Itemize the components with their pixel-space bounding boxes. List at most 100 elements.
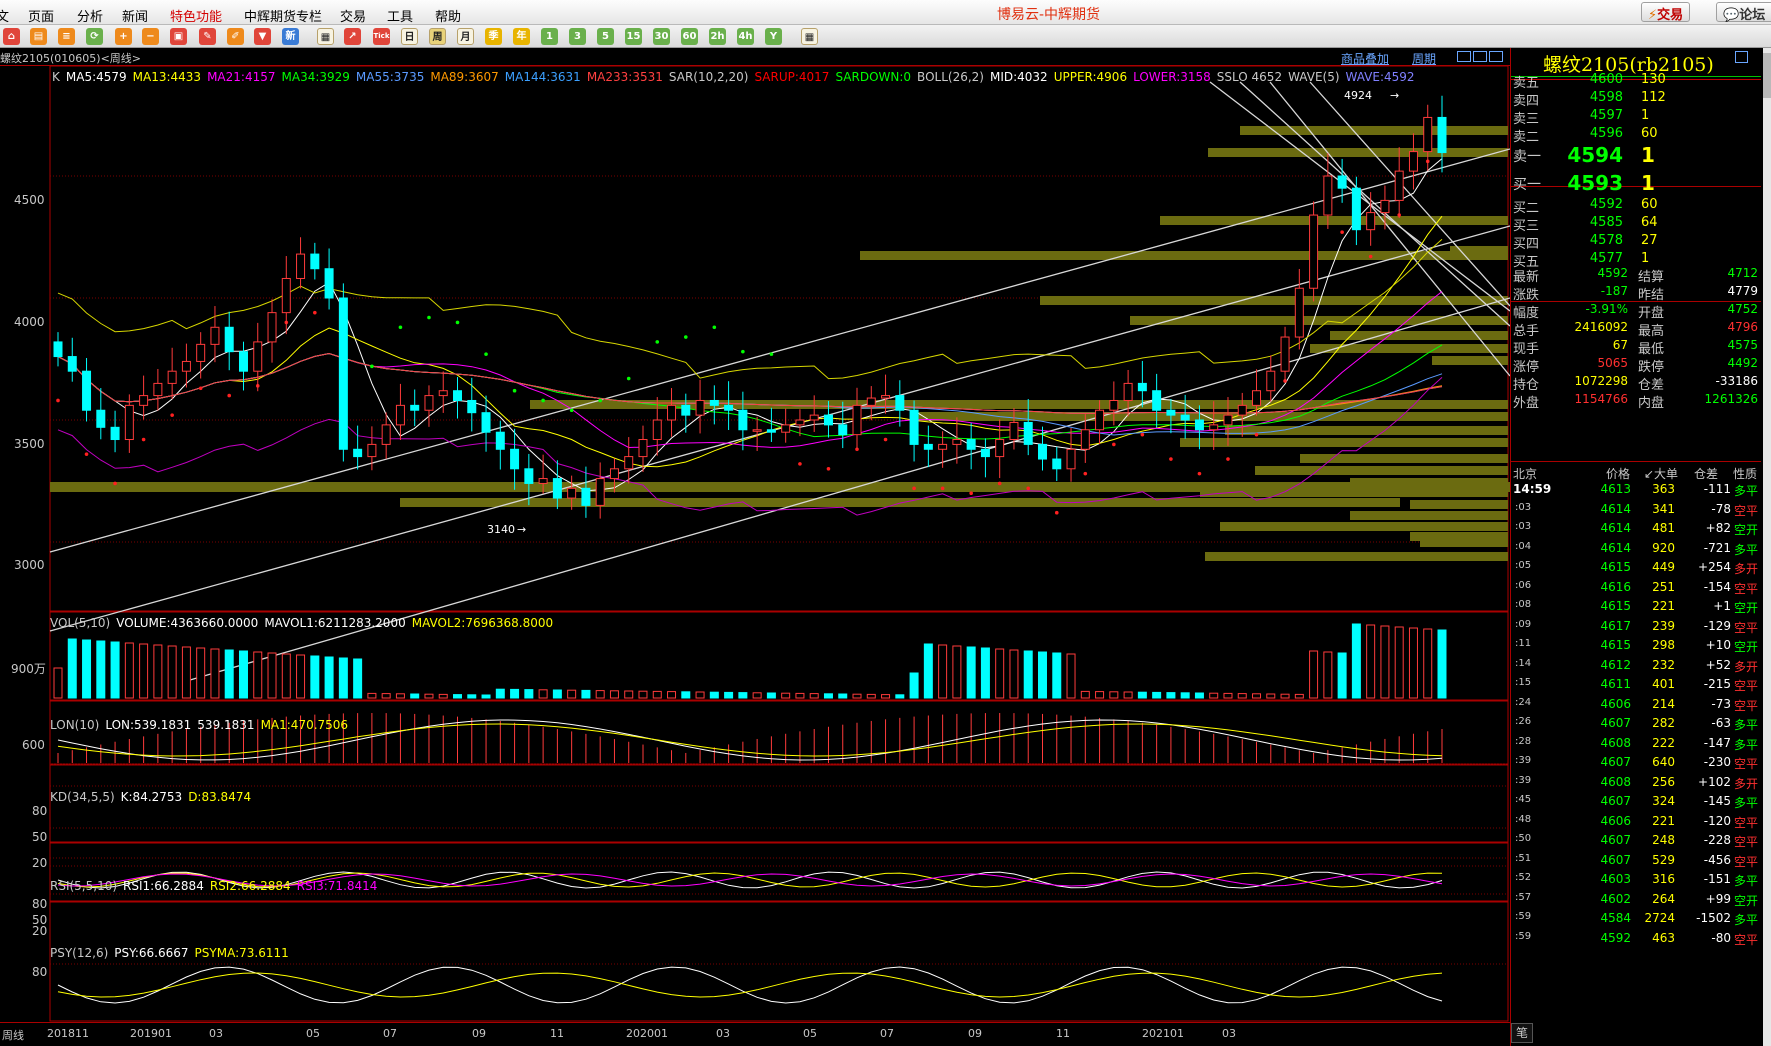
volume-bar: [909, 672, 919, 699]
sar-dot: [113, 481, 117, 486]
sar-dot: [170, 413, 174, 417]
candle-body: [67, 356, 77, 372]
candle-body: [1252, 390, 1262, 406]
panel-menu-icon[interactable]: [1735, 51, 1748, 63]
period-quarter[interactable]: 季: [485, 28, 502, 45]
main-indicator-legend: K MA5:4579 MA13:4433 MA21:4157 MA34:3929 MA55…: [52, 70, 1421, 84]
stat-value: -3.91%: [1585, 302, 1628, 316]
menu-item-column[interactable]: 中辉期货专栏: [244, 6, 322, 25]
table-icon[interactable]: ▦: [801, 28, 818, 45]
tick-price: 4608: [1600, 774, 1631, 789]
brush-icon[interactable]: ✐: [227, 28, 244, 45]
menu-item-features[interactable]: 特色功能: [170, 6, 222, 25]
period-1m[interactable]: 1: [541, 28, 558, 45]
bid-row[interactable]: 买一 4593 1: [1511, 171, 1761, 195]
volume-bar: [681, 691, 691, 699]
panel-scrollbar[interactable]: [1763, 48, 1771, 1046]
zoom-out-icon[interactable]: −: [142, 28, 159, 45]
tick-nature: 空平: [1733, 835, 1758, 849]
ask-row[interactable]: 卖二 4596 60: [1511, 124, 1761, 145]
bottom-tab[interactable]: 笔: [1511, 1023, 1533, 1043]
menu-item-tools[interactable]: 工具: [387, 6, 413, 25]
lon-legend: LON(10) LON:539.1831 539.1831 MA1:470.7506: [50, 718, 354, 732]
refresh-icon[interactable]: ⟳: [86, 28, 103, 45]
toolbar: ⌂ ▤ ≡ ⟳ + − ▣ ✎ ✐ ▼ 新 ▦ ↗ Tick 日 周 月 季 年…: [0, 25, 1771, 48]
draw-pen-icon[interactable]: ✎: [199, 28, 216, 45]
bid-row[interactable]: 买二 4592 60: [1511, 195, 1761, 216]
ask-row[interactable]: 卖五 4600 130: [1511, 70, 1761, 91]
period-3m[interactable]: 3: [569, 28, 586, 45]
period-link[interactable]: 周期: [1412, 50, 1436, 67]
menu-item-trade[interactable]: 交易: [340, 6, 366, 25]
menu-item-help[interactable]: 帮助: [435, 6, 461, 25]
volume-bar: [609, 690, 619, 699]
layout-icon[interactable]: [1457, 51, 1471, 62]
stat-row: 涨跌 -187 昨结 4779: [1511, 282, 1761, 303]
candle-body: [795, 419, 805, 426]
period-4h[interactable]: 4h: [737, 28, 754, 45]
overlay-link[interactable]: 商品叠加: [1341, 50, 1389, 67]
period-month[interactable]: 月: [457, 28, 474, 45]
ask-row[interactable]: 卖三 4597 1: [1511, 106, 1761, 127]
tick-row: :52 4603 316 -151 多平: [1511, 870, 1761, 890]
tick-oi-change: -73: [1711, 696, 1731, 711]
period-15m[interactable]: 15: [625, 28, 642, 45]
tick-volume: 222: [1652, 735, 1675, 750]
period-5m[interactable]: 5: [597, 28, 614, 45]
bid-row[interactable]: 买三 4585 64: [1511, 213, 1761, 234]
candle-body: [395, 404, 405, 426]
period-custom[interactable]: Y: [765, 28, 782, 45]
candle-body: [809, 414, 819, 421]
grid-icon[interactable]: ▦: [317, 28, 334, 45]
candle-body: [752, 429, 762, 432]
menu-item-file[interactable]: 文: [0, 6, 9, 25]
candle-body: [1180, 414, 1190, 421]
tick-price: 4615: [1600, 599, 1631, 613]
list-icon[interactable]: ≡: [58, 28, 75, 45]
volume-profile-bar: [1220, 522, 1508, 531]
main_indicators-legend-item: MA55:3735: [355, 70, 425, 84]
tick-oi-change: -78: [1711, 501, 1731, 516]
sar-dot: [912, 486, 916, 491]
window-icon[interactable]: ▣: [170, 28, 187, 45]
candle-body: [724, 404, 734, 411]
period-day[interactable]: 日: [401, 28, 418, 45]
period-30m[interactable]: 30: [653, 28, 670, 45]
chart-line-icon[interactable]: ↗: [344, 28, 361, 45]
tick-price: 4606: [1600, 696, 1631, 711]
home-icon[interactable]: ⌂: [3, 28, 20, 45]
tick-price: 4613: [1600, 482, 1631, 496]
bid-row[interactable]: 买四 4578 27: [1511, 231, 1761, 252]
chart-header: 螺纹2105(010605)<周线> 商品叠加 周期: [0, 48, 1510, 66]
period-2h[interactable]: 2h: [709, 28, 726, 45]
menu-item-page[interactable]: 页面: [28, 6, 54, 25]
trade-button[interactable]: ⚡交易: [1641, 2, 1691, 23]
volume-bar: [1223, 692, 1233, 699]
tick-row: :03 4614 341 -78 空平: [1511, 500, 1761, 520]
tick-icon[interactable]: Tick: [373, 28, 390, 45]
stat-row: 幅度 -3.91% 开盘 4752: [1511, 300, 1761, 321]
scroll-thumb[interactable]: [1763, 53, 1771, 98]
tool-icon[interactable]: ▼: [254, 28, 271, 45]
volume-bar: [1252, 693, 1262, 699]
candle-body: [609, 468, 619, 480]
vol_label-legend-item: VOL(5,10): [50, 616, 111, 630]
menu-item-analysis[interactable]: 分析: [77, 6, 103, 25]
folder-icon[interactable]: ▤: [30, 28, 47, 45]
sar-dot: [141, 437, 146, 442]
maximize-icon[interactable]: [1489, 51, 1503, 62]
tick-volume: 251: [1652, 579, 1675, 594]
zoom-in-icon[interactable]: +: [115, 28, 132, 45]
volume-bar: [367, 692, 377, 699]
new-icon[interactable]: 新: [282, 28, 299, 45]
period-60m[interactable]: 60: [681, 28, 698, 45]
main_indicators-legend-item: SARDOWN:0: [835, 70, 912, 84]
menu-item-news[interactable]: 新闻: [122, 6, 148, 25]
ask-row[interactable]: 卖四 4598 112: [1511, 88, 1761, 109]
forum-button[interactable]: 💬论坛: [1716, 2, 1771, 23]
ask-row[interactable]: 卖一 4594 1: [1511, 143, 1761, 167]
period-year[interactable]: 年: [513, 28, 530, 45]
lightning-icon: ⚡: [1648, 8, 1658, 23]
split-icon[interactable]: [1473, 51, 1487, 62]
period-week[interactable]: 周: [429, 28, 446, 45]
